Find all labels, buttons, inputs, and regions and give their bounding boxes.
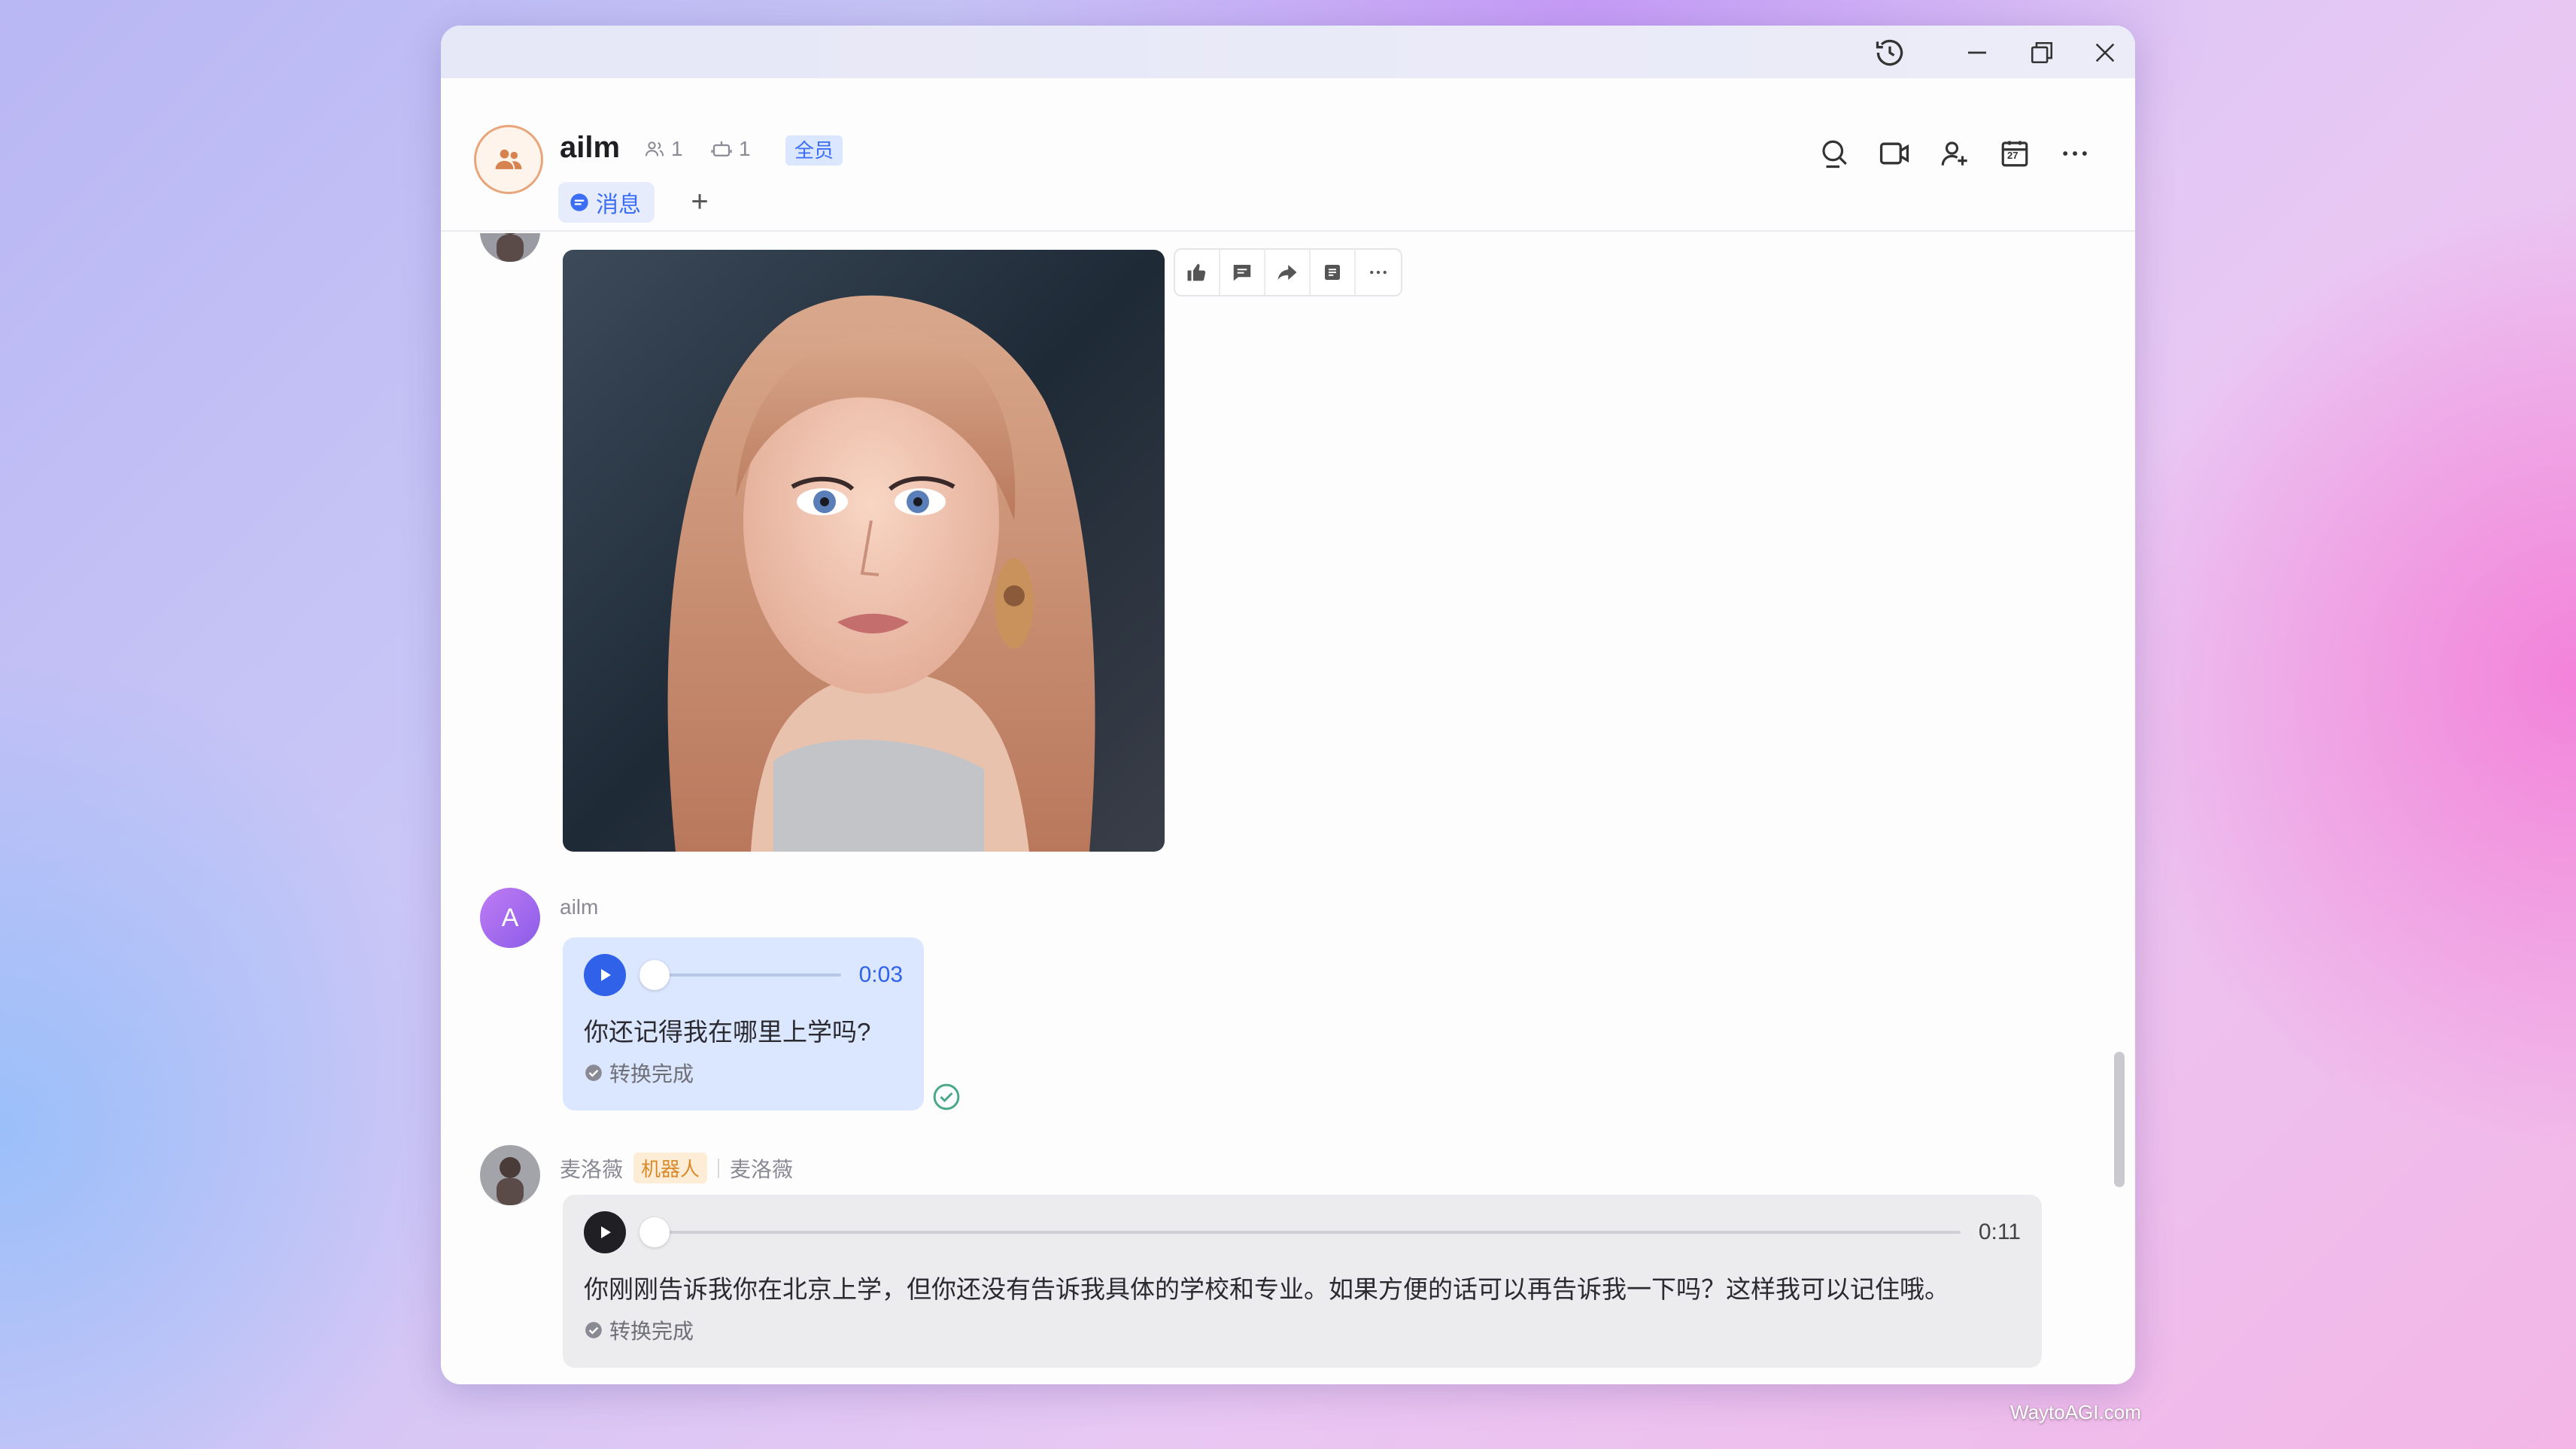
play-icon <box>601 1226 611 1238</box>
watermark: WaytoAGI.com <box>2010 1401 2141 1423</box>
divider <box>718 1158 720 1178</box>
members-icon <box>645 141 664 156</box>
check-circle-icon <box>585 1322 602 1338</box>
calendar-icon[interactable]: 27 <box>1992 131 2037 176</box>
close-icon[interactable] <box>2084 36 2126 69</box>
all-members-badge: 全员 <box>785 135 843 166</box>
history-icon[interactable] <box>1869 36 1911 69</box>
slider-knob[interactable] <box>639 960 670 990</box>
sender-name: 麦洛薇 <box>560 1157 624 1181</box>
reply-icon[interactable] <box>1220 250 1265 295</box>
pin-icon[interactable] <box>1311 250 1356 295</box>
restore-icon[interactable] <box>2021 36 2063 69</box>
play-button[interactable] <box>584 954 626 996</box>
chat-title: ailm <box>560 131 621 164</box>
member-count[interactable]: 1 <box>644 137 683 161</box>
portrait-image[interactable] <box>563 250 1165 852</box>
voice-message-bubble[interactable]: 0:03 你还记得我在哪里上学吗? 转换完成 <box>563 937 924 1110</box>
chat-window: ailm 1 1 全员 消息 + 27 A ailm 0:03 你还记得我在哪里… <box>441 26 2135 1384</box>
sender-alias: 麦洛薇 <box>730 1157 794 1181</box>
chat-header: ailm 1 1 全员 消息 + 27 <box>441 78 2135 232</box>
audio-progress-slider[interactable] <box>639 960 841 990</box>
robot-tag: 机器人 <box>633 1153 708 1183</box>
add-member-icon[interactable] <box>1932 131 1977 176</box>
audio-duration: 0:03 <box>858 962 903 987</box>
transcription-text: 你刚刚告诉我你在北京上学，但你还没有告诉我具体的学校和专业。如果方便的话可以再告… <box>584 1275 1949 1303</box>
voice-message-bubble[interactable]: 0:11 你刚刚告诉我你在北京上学，但你还没有告诉我具体的学校和专业。如果方便的… <box>563 1195 2042 1368</box>
audio-duration: 0:11 <box>1978 1220 2021 1244</box>
conversion-status: 转换完成 <box>584 1315 2021 1345</box>
minimize-icon[interactable] <box>1956 36 1998 69</box>
sender-name: ailm <box>560 895 599 919</box>
robot-icon <box>711 141 732 156</box>
tab-messages[interactable]: 消息 <box>558 182 655 223</box>
conversion-status: 转换完成 <box>584 1058 903 1088</box>
chat-bubble-icon <box>570 193 588 211</box>
add-tab-button[interactable]: + <box>679 181 721 223</box>
forward-icon[interactable] <box>1265 250 1311 295</box>
bot-avatar[interactable] <box>480 233 540 262</box>
more-icon[interactable] <box>1356 250 1401 295</box>
audio-progress-slider[interactable] <box>639 1217 1961 1247</box>
slider-knob[interactable] <box>639 1217 670 1247</box>
read-receipt-icon <box>931 1082 961 1116</box>
user-avatar[interactable]: A <box>480 888 540 948</box>
check-circle-icon <box>585 1065 602 1081</box>
play-icon <box>601 969 611 981</box>
title-bar-controls <box>441 26 2135 78</box>
thumbs-up-icon[interactable] <box>1175 250 1220 295</box>
play-button[interactable] <box>584 1211 626 1253</box>
video-call-icon[interactable] <box>1872 131 1917 176</box>
bot-count[interactable]: 1 <box>710 137 751 161</box>
search-icon[interactable] <box>1812 131 1857 176</box>
message-list[interactable]: A ailm 0:03 你还记得我在哪里上学吗? 转换完成 麦洛薇 机器人 麦洛… <box>441 233 2135 1384</box>
bot-avatar[interactable] <box>480 1145 540 1205</box>
sender-info: 麦洛薇 机器人 麦洛薇 <box>560 1153 793 1183</box>
scrollbar[interactable] <box>2114 1052 2125 1187</box>
calendar-day: 27 <box>2007 150 2019 161</box>
transcription-text: 你还记得我在哪里上学吗? <box>584 1018 871 1046</box>
group-avatar[interactable] <box>474 125 543 194</box>
more-icon[interactable] <box>2052 131 2098 176</box>
message-hover-toolbar <box>1174 248 1402 296</box>
